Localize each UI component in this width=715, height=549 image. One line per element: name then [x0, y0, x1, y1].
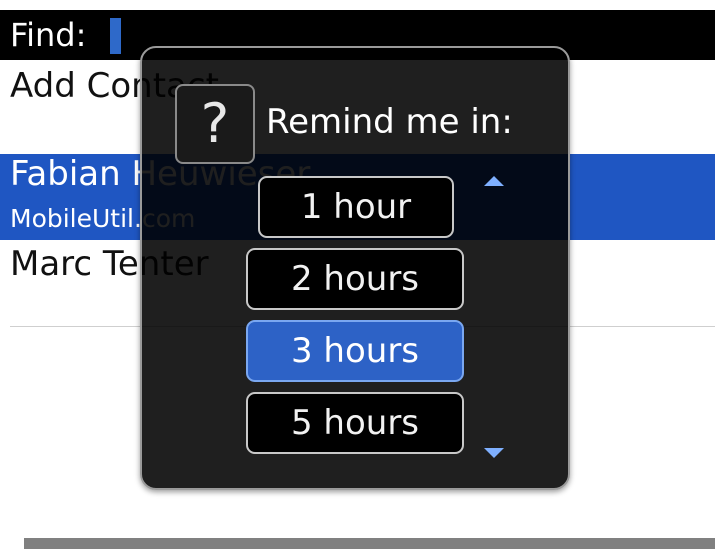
text-cursor [110, 18, 121, 54]
scroll-down-icon[interactable] [484, 448, 504, 458]
option-2-hours[interactable]: 2 hours [246, 248, 464, 310]
option-3-hours[interactable]: 3 hours [246, 320, 464, 382]
remind-dialog: ? Remind me in: 1 hour 2 hours 3 hours 5… [140, 46, 570, 490]
scroll-up-icon[interactable] [484, 176, 504, 186]
find-label: Find: [10, 16, 87, 54]
option-1-hour[interactable]: 1 hour [258, 176, 454, 238]
option-5-hours[interactable]: 5 hours [246, 392, 464, 454]
bottom-scrollbar [24, 538, 715, 549]
dialog-prompt: Remind me in: [266, 102, 513, 142]
question-icon: ? [175, 84, 255, 164]
